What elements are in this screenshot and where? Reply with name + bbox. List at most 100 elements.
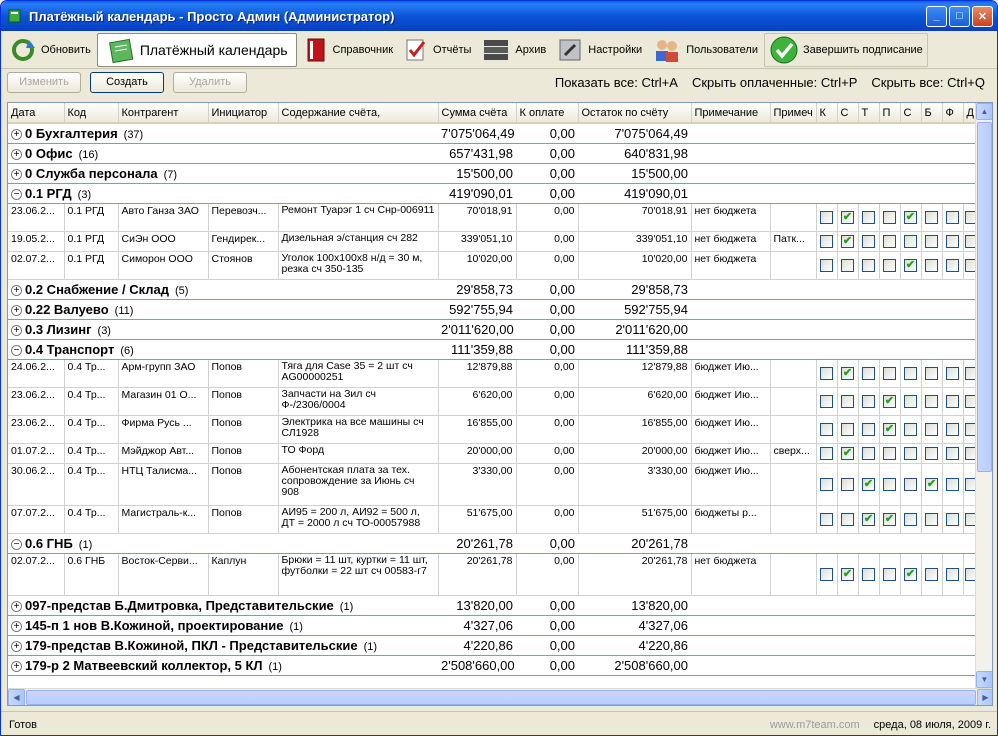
checkbox[interactable] — [925, 422, 938, 436]
scroll-left-icon[interactable]: ◀ — [8, 689, 25, 705]
table-row[interactable]: 30.06.2... 0.4 Тр... НТЦ Талисма... Попов Аб… — [8, 463, 981, 506]
expand-icon[interactable]: + — [11, 600, 22, 612]
delete-button[interactable]: Удалить — [173, 71, 247, 93]
checkbox[interactable] — [841, 512, 854, 526]
maximize-button[interactable]: □ — [949, 5, 970, 27]
vertical-scrollbar[interactable]: ▲ ▼ — [975, 103, 992, 688]
scroll-up-icon[interactable]: ▲ — [976, 103, 992, 120]
checked-checkbox[interactable]: ✔ — [904, 210, 917, 224]
checkbox[interactable] — [841, 258, 854, 272]
column-header[interactable]: Примеч — [770, 103, 817, 124]
checkbox[interactable] — [841, 477, 854, 491]
checkbox[interactable] — [820, 446, 833, 460]
checked-checkbox[interactable]: ✔ — [862, 477, 875, 491]
checkbox[interactable] — [862, 446, 875, 460]
expand-icon[interactable]: + — [11, 660, 22, 672]
expand-icon[interactable]: + — [11, 640, 22, 652]
checkbox[interactable] — [946, 258, 959, 272]
checkbox[interactable] — [820, 366, 833, 380]
checkbox[interactable] — [946, 422, 959, 436]
checkbox[interactable] — [946, 210, 959, 224]
checkbox[interactable] — [946, 512, 959, 526]
finish-signing-button[interactable]: Завершить подписание — [763, 32, 928, 67]
checkbox[interactable] — [904, 512, 917, 526]
edit-button[interactable]: Изменить — [7, 71, 81, 93]
table-row[interactable]: 23.06.2... 0.1 РГД Авто Ганза ЗАО Перевозч.… — [8, 203, 981, 232]
checkbox[interactable] — [883, 477, 896, 491]
expand-icon[interactable]: + — [11, 284, 22, 296]
column-header[interactable]: Дата — [8, 103, 65, 124]
column-header[interactable]: С — [900, 103, 922, 124]
checkbox[interactable] — [946, 477, 959, 491]
group-row[interactable]: +145-п 1 нов В.Кожиной, проектирование (1… — [8, 615, 980, 636]
checked-checkbox[interactable]: ✔ — [883, 394, 896, 408]
reports-button[interactable]: Отчёты — [399, 33, 475, 67]
group-row[interactable]: −0.4 Транспорт (6) 111'359,88 0,00 111'359,8… — [8, 339, 980, 360]
checkbox[interactable] — [820, 234, 833, 248]
column-header[interactable]: Содержание счёта, — [278, 103, 439, 124]
checkbox[interactable] — [883, 567, 896, 581]
close-button[interactable]: ✕ — [972, 5, 993, 27]
checkbox[interactable] — [946, 234, 959, 248]
checkbox[interactable] — [946, 446, 959, 460]
checkbox[interactable] — [883, 366, 896, 380]
checked-checkbox[interactable]: ✔ — [883, 512, 896, 526]
expand-icon[interactable]: + — [11, 128, 22, 140]
scroll-right-icon[interactable]: ▶ — [977, 689, 992, 705]
minimize-button[interactable]: _ — [926, 5, 947, 27]
checkbox[interactable] — [883, 210, 896, 224]
checkbox[interactable] — [841, 422, 854, 436]
table-row[interactable]: 01.07.2... 0.4 Тр... Мэйджор Авт... Попов ТО… — [8, 443, 981, 464]
group-row[interactable]: +097-представ Б.Дмитровка, Представитель… — [8, 595, 980, 616]
checkbox[interactable] — [820, 394, 833, 408]
checked-checkbox[interactable]: ✔ — [841, 366, 854, 380]
checkbox[interactable] — [862, 422, 875, 436]
column-header[interactable]: Т — [858, 103, 880, 124]
table-row[interactable]: 23.06.2... 0.4 Тр... Фирма Русь ... Попов Эл… — [8, 415, 981, 444]
column-header[interactable]: Контрагент — [118, 103, 209, 124]
group-row[interactable]: +179-представ В.Кожиной, ПКЛ - Представи… — [8, 635, 980, 656]
horizontal-scrollbar[interactable]: ◀ ▶ — [8, 688, 992, 705]
collapse-icon[interactable]: − — [11, 538, 22, 550]
checkbox[interactable] — [883, 234, 896, 248]
checked-checkbox[interactable]: ✔ — [883, 422, 896, 436]
checked-checkbox[interactable]: ✔ — [904, 258, 917, 272]
group-row[interactable]: +0.3 Лизинг (3) 2'011'620,00 0,00 2'011'620,… — [8, 319, 980, 340]
checkbox[interactable] — [946, 394, 959, 408]
table-row[interactable]: 23.06.2... 0.4 Тр... Магазин 01 О... Попов З… — [8, 387, 981, 416]
checkbox[interactable] — [904, 234, 917, 248]
reference-button[interactable]: Справочник — [299, 33, 398, 67]
title-bar[interactable]: Платёжный календарь - Просто Админ (Адми… — [1, 1, 997, 31]
column-header[interactable]: К оплате — [516, 103, 579, 124]
table-row[interactable]: 19.05.2... 0.1 РГД СиЭн ООО Гендирек... Дизе… — [8, 231, 981, 252]
column-header[interactable]: Код — [64, 103, 119, 124]
table-row[interactable]: 24.06.2... 0.4 Тр... Арм-групп ЗАО Попов Тяг… — [8, 359, 981, 388]
expand-icon[interactable]: + — [11, 324, 22, 336]
group-row[interactable]: −0.1 РГД (3) 419'090,01 0,00 419'090,01 — [8, 183, 980, 204]
expand-icon[interactable]: + — [11, 148, 22, 160]
checkbox[interactable] — [862, 210, 875, 224]
checkbox[interactable] — [862, 258, 875, 272]
column-header[interactable]: Сумма счёта — [438, 103, 517, 124]
checkbox[interactable] — [820, 258, 833, 272]
archive-button[interactable]: Архив — [477, 33, 550, 67]
checkbox[interactable] — [820, 512, 833, 526]
checkbox[interactable] — [946, 366, 959, 380]
checkbox[interactable] — [820, 210, 833, 224]
checkbox[interactable] — [925, 234, 938, 248]
checkbox[interactable] — [904, 422, 917, 436]
group-row[interactable]: +0.2 Снабжение / Склад (5) 29'858,73 0,00 29… — [8, 279, 980, 300]
column-header[interactable]: К — [816, 103, 838, 124]
checkbox[interactable] — [841, 394, 854, 408]
checkbox[interactable] — [925, 258, 938, 272]
collapse-icon[interactable]: − — [11, 188, 22, 200]
checkbox[interactable] — [904, 477, 917, 491]
checked-checkbox[interactable]: ✔ — [841, 446, 854, 460]
column-header[interactable]: Остаток по счёту — [578, 103, 692, 124]
group-row[interactable]: +0 Бухгалтерия (37) 7'075'064,49 0,00 7'075'… — [8, 123, 980, 144]
checkbox[interactable] — [925, 394, 938, 408]
column-header[interactable]: П — [879, 103, 901, 124]
settings-button[interactable]: Настройки — [552, 33, 646, 67]
column-header[interactable]: Ф — [942, 103, 964, 124]
vertical-scroll-thumb[interactable] — [977, 122, 992, 472]
